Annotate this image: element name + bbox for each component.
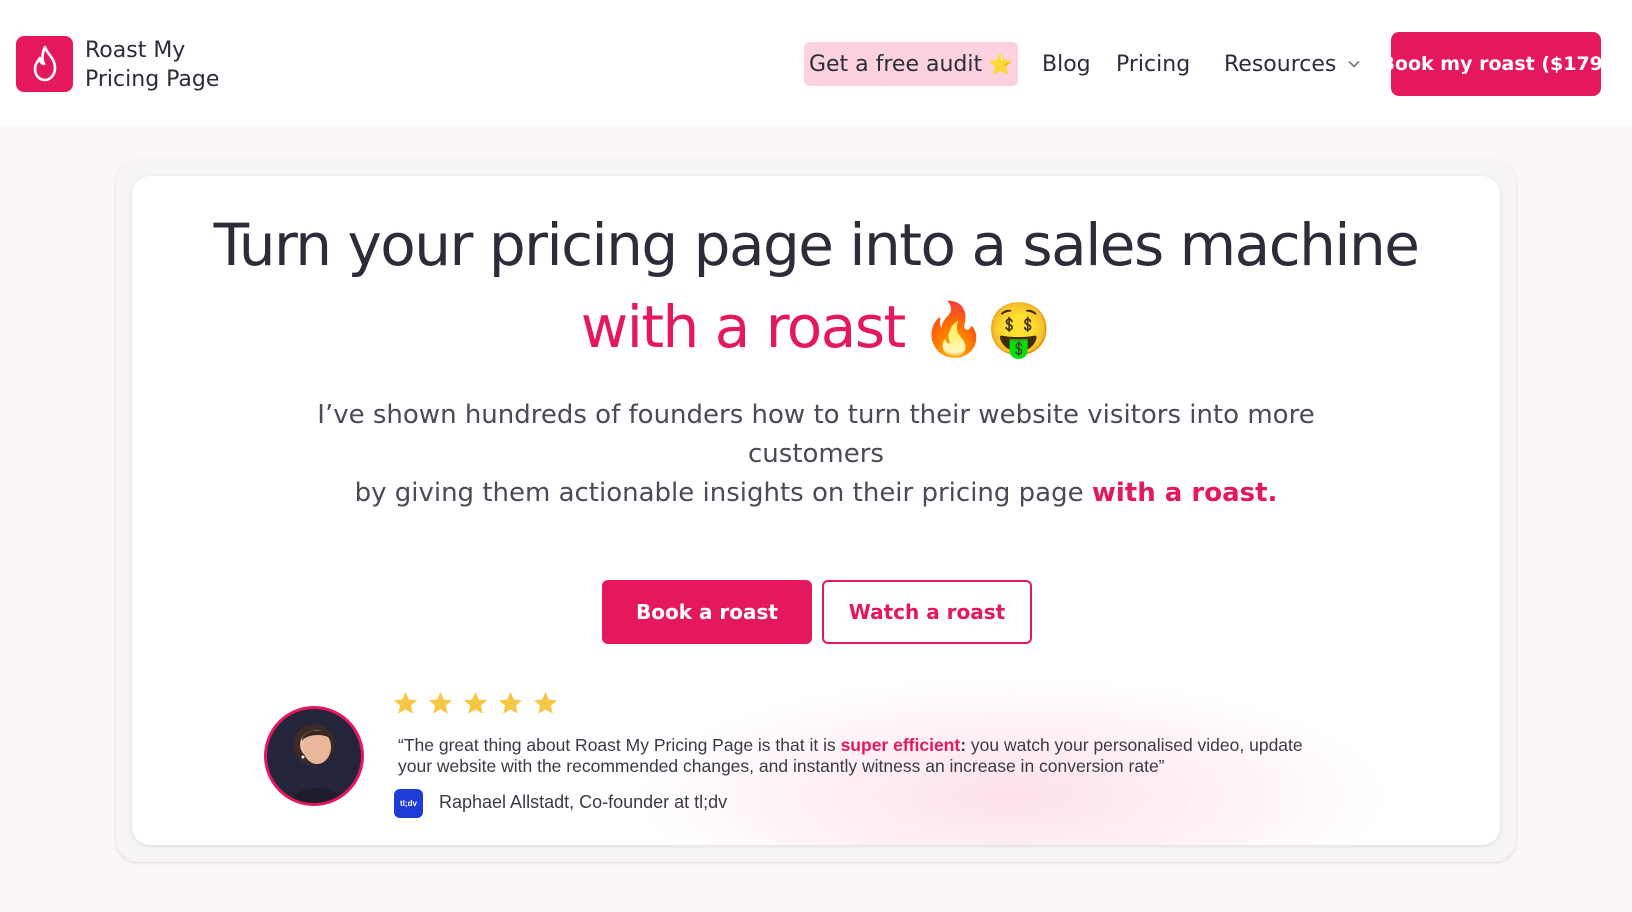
testimonial-author: Raphael Allstadt, Co-founder at tl;dv [439, 792, 728, 812]
star-icon [463, 692, 488, 714]
hero-headline-accent: with a roast 🔥🤑 [132, 286, 1500, 371]
subtitle-line-2-text: by giving them actionable insights on th… [354, 478, 1084, 508]
company-logo: tl;dv [394, 789, 423, 818]
quote-highlight: super efficient [840, 735, 961, 755]
nav-pricing[interactable]: Pricing [1116, 46, 1190, 82]
hero-subtitle: I’ve shown hundreds of founders how to t… [282, 396, 1350, 513]
rating-stars [392, 690, 559, 722]
nav-resources[interactable]: Resources [1224, 46, 1360, 82]
brand-name[interactable]: Roast My Pricing Page [85, 36, 285, 94]
book-my-roast-button[interactable]: Book my roast ($179) [1380, 32, 1612, 96]
chevron-down-icon [1348, 60, 1360, 68]
hero-card: Turn your pricing page into a sales mach… [132, 176, 1500, 845]
brand-line-2: Pricing Page [85, 67, 220, 92]
free-audit-link[interactable]: Get a free audit ⭐ [804, 42, 1018, 86]
subtitle-accent: with a roast. [1091, 478, 1278, 508]
fire-money-emoji-icon: 🔥🤑 [921, 300, 1052, 360]
flame-icon [33, 45, 56, 82]
nav-blog[interactable]: Blog [1042, 46, 1091, 82]
watch-a-roast-button[interactable]: Watch a roast [822, 580, 1032, 644]
brand-line-1: Roast My [85, 38, 186, 63]
star-icon [498, 692, 523, 714]
hero-headline: Turn your pricing page into a sales mach… [213, 211, 1420, 279]
star-icon [533, 692, 558, 714]
nav-resources-label: Resources [1224, 51, 1337, 77]
star-emoji-icon: ⭐ [988, 52, 1014, 76]
quote-start: “The great thing about Roast My Pricing … [398, 735, 841, 755]
book-a-roast-button[interactable]: Book a roast [602, 580, 812, 644]
subtitle-line-2: by giving them actionable insights on th… [282, 474, 1350, 513]
star-icon [393, 692, 418, 714]
free-audit-label: Get a free audit [808, 51, 983, 77]
star-icon [428, 692, 453, 714]
site-header: Roast My Pricing Page Get a free audit ⭐… [0, 0, 1632, 126]
headline-accent-text: with a roast [580, 293, 907, 361]
logo[interactable] [16, 36, 73, 92]
subtitle-line-1: I’ve shown hundreds of founders how to t… [317, 400, 1315, 469]
testimonial-avatar [264, 706, 364, 806]
testimonial-quote: “The great thing about Roast My Pricing … [398, 735, 1338, 777]
